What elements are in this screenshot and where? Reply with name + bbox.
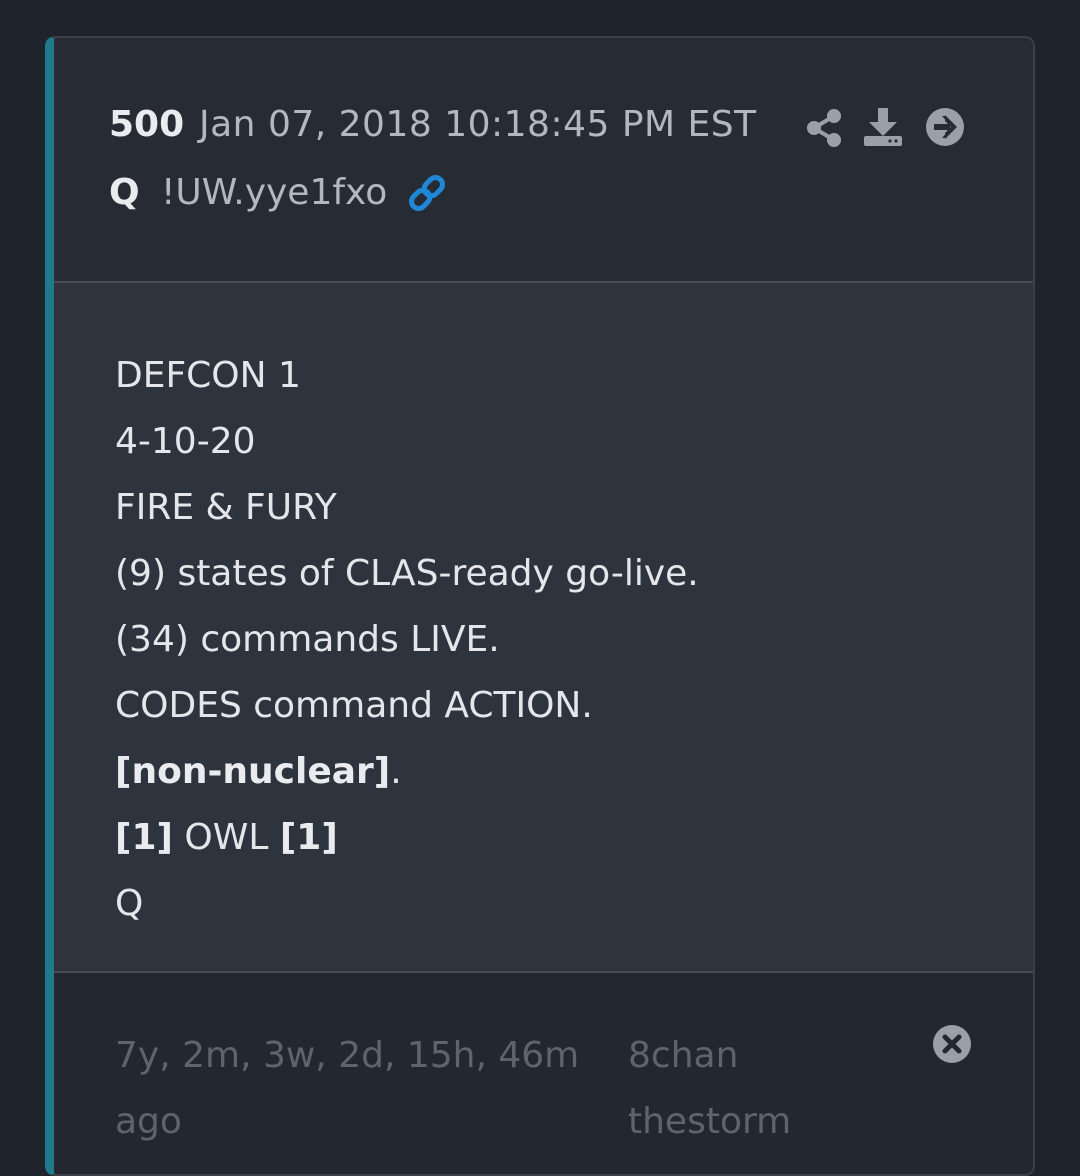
message-text: . xyxy=(390,751,402,792)
bold-text: [1] xyxy=(115,817,173,858)
message-line: FIRE & FURY xyxy=(115,487,337,528)
message-line: DEFCON 1 xyxy=(115,355,301,396)
message-line: [non-nuclear]. xyxy=(115,751,402,792)
post-header: 500 Jan 07, 2018 10:18:45 PM EST Q !UW.y… xyxy=(54,38,1033,283)
download-icon[interactable] xyxy=(862,106,904,148)
post-body: DEFCON 1 4-10-20 FIRE & FURY (9) states … xyxy=(54,283,1033,973)
message-line: [1] OWL [1] xyxy=(115,817,338,858)
arrow-right-circle-icon[interactable] xyxy=(924,106,966,148)
message-text: OWL xyxy=(172,817,280,858)
message-line: CODES command ACTION. xyxy=(115,685,593,726)
post-number[interactable]: 500 xyxy=(109,104,184,145)
source-board: 8chan xyxy=(628,1035,739,1076)
source-name: thestorm xyxy=(628,1101,792,1142)
message-line: (9) states of CLAS-ready go-live. xyxy=(115,553,699,594)
post-source: 8chan thestorm xyxy=(628,1023,848,1155)
post-card: 500 Jan 07, 2018 10:18:45 PM EST Q !UW.y… xyxy=(45,36,1035,1176)
post-date: Jan 07, 2018 10:18:45 PM EST xyxy=(199,104,757,145)
bold-text: [non-nuclear] xyxy=(115,751,391,792)
message-line: 4-10-20 xyxy=(115,421,256,462)
link-icon[interactable] xyxy=(406,172,448,214)
time-ago: 7y, 2m, 3w, 2d, 15h, 46m ago xyxy=(115,1035,580,1142)
message-line: Q xyxy=(115,883,144,924)
close-circle-icon[interactable] xyxy=(931,1023,973,1065)
share-icon[interactable] xyxy=(804,108,844,148)
author-name: Q xyxy=(109,172,140,213)
bold-text: [1] xyxy=(279,817,338,858)
post-footer: 7y, 2m, 3w, 2d, 15h, 46m ago 8chan thest… xyxy=(54,973,1033,1174)
message-line: (34) commands LIVE. xyxy=(115,619,500,660)
tripcode: !UW.yye1fxo xyxy=(161,172,388,213)
